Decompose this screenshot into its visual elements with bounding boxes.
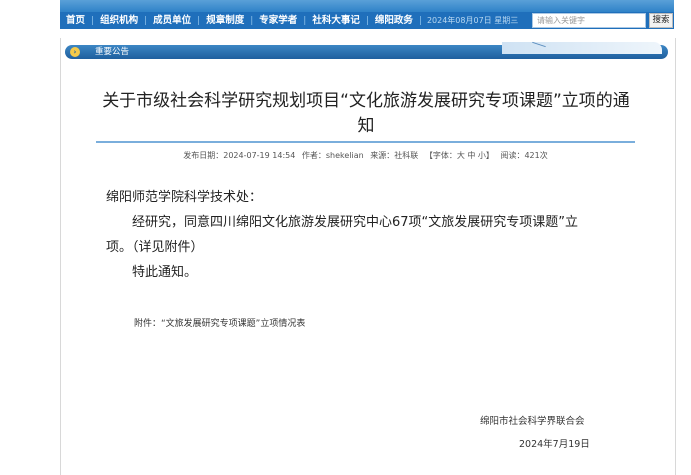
nav-item-organization[interactable]: 组织机构 bbox=[94, 12, 144, 29]
search-input[interactable]: 请输入关键字 bbox=[532, 13, 646, 28]
nav-item-experts[interactable]: 专家学者 bbox=[253, 12, 303, 29]
decoration-line bbox=[532, 41, 546, 48]
attachment-link[interactable]: 附件：“文旅发展研究专项课题”立项情况表 bbox=[134, 316, 305, 329]
paragraph-2: 特此通知。 bbox=[132, 265, 198, 280]
nav-item-events[interactable]: 社科大事记 bbox=[306, 12, 366, 29]
article-meta: 发布日期：2024-07-19 14:54 作者：shekelian 来源：社科… bbox=[96, 150, 635, 161]
signature-date: 2024年7月19日 bbox=[519, 439, 590, 450]
paragraph-1-line-1: 经研究，同意四川绵阳文化旅游发展研究中心67项“文旅发展研究专项课题”立 bbox=[132, 215, 579, 230]
salutation: 绵阳师范学院科学技术处： bbox=[106, 190, 263, 205]
nav-item-government[interactable]: 绵阳政务 bbox=[369, 12, 419, 29]
paragraph-1-line-2: 项。（详见附件） bbox=[106, 240, 204, 255]
publish-date: 发布日期：2024-07-19 14:54 bbox=[183, 151, 296, 160]
source: 来源：社科联 bbox=[370, 151, 419, 160]
nav-item-regulations[interactable]: 规章制度 bbox=[200, 12, 250, 29]
nav-item-members[interactable]: 成员单位 bbox=[147, 12, 197, 29]
title-divider bbox=[96, 141, 635, 143]
author: 作者：shekelian bbox=[301, 151, 364, 160]
article-title: 关于市级社会科学研究规划项目“文化旅游发展研究专项课题”立项的通知 bbox=[102, 91, 630, 136]
arrow-bullet-icon: › bbox=[70, 47, 80, 57]
signature-organization: 绵阳市社会科学界联合会 bbox=[480, 416, 585, 427]
nav-item-home[interactable]: 首页 bbox=[60, 12, 91, 29]
search-button[interactable]: 搜索 bbox=[649, 13, 673, 28]
current-date: 2024年08月07日 星期三 bbox=[426, 16, 519, 25]
font-size-switcher[interactable]: 【字体：大 中 小】 bbox=[425, 151, 494, 160]
section-title: 重要公告 bbox=[95, 47, 130, 57]
article-body: 绵阳师范学院科学技术处： 经研究，同意四川绵阳文化旅游发展研究中心67项“文旅发… bbox=[106, 185, 636, 285]
view-count: 阅读：421次 bbox=[500, 151, 548, 160]
section-header: › 重要公告 bbox=[65, 41, 668, 59]
nav-banner-strip bbox=[60, 0, 674, 12]
header-decoration bbox=[502, 41, 662, 54]
top-navigation: 首页 | 组织机构 | 成员单位 | 规章制度 | 专家学者 | 社科大事记 |… bbox=[0, 0, 691, 40]
